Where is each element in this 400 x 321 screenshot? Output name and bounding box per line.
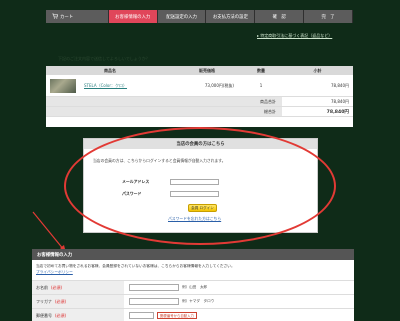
name-field[interactable] xyxy=(129,284,179,291)
customer-info-title: お客様情報の入力 xyxy=(32,249,354,260)
table-row: STELA（Color：クロ） 73,000円(税抜) 1 78,840円 xyxy=(46,75,353,97)
step-shipping: 配送設定の入力 xyxy=(157,10,207,23)
product-qty: 1 xyxy=(259,83,263,88)
grand-total-value: 78,840円 xyxy=(326,109,349,115)
name-inputs: 例）山田 太郎 xyxy=(124,284,213,291)
required-mark: (必須) xyxy=(55,298,67,304)
step-label: 配送設定の入力 xyxy=(166,14,197,20)
step-label: お支払方法の設定 xyxy=(212,14,248,20)
product-name-link[interactable]: STELA（Color：クロ） xyxy=(84,83,127,89)
header-product-name: 商品名 xyxy=(104,67,116,73)
name-row: お名前 (必須) 例）山田 太郎 xyxy=(32,280,354,294)
page-caption: 下記のご注文内容で送信してよろしいでしょうか？ xyxy=(58,56,150,61)
step-customer-info: お客様情報の入力 xyxy=(108,10,158,23)
postal-autofill-button[interactable]: 郵便番号から自動入力 xyxy=(157,312,197,319)
step-payment: お支払方法の設定 xyxy=(206,10,256,23)
product-total-row: 商品合計 78,840円 xyxy=(46,97,353,107)
customer-info-description: 当店で初めてお買い物をされるお客様、会員登録をされていないお客様は、こちらからお… xyxy=(36,264,235,268)
product-subtotal: 78,840円 xyxy=(331,82,349,88)
step-label: 確 認 xyxy=(272,14,286,20)
furigana-label: フリガナ xyxy=(36,298,52,304)
step-label: カート xyxy=(60,14,74,20)
postal-row: 郵便番号 (必須) 郵便番号から自動入力 xyxy=(32,308,354,321)
step-complete: 完 了 xyxy=(304,10,353,23)
product-total-value: 78,840円 xyxy=(331,98,349,104)
furigana-field[interactable] xyxy=(129,298,179,305)
privacy-policy-link[interactable]: プライバシーポリシー xyxy=(32,270,73,274)
header-qty: 数量 xyxy=(257,67,265,73)
furigana-inputs: 例）ヤマダ タロウ xyxy=(124,298,220,305)
grand-total-row: 総合計 78,840円 xyxy=(46,107,353,117)
cart-header-row: 商品名 販売価格 数量 小計 xyxy=(46,66,353,75)
step-label: 完 了 xyxy=(321,14,335,20)
product-price: 73,000円(税抜) xyxy=(204,82,234,88)
product-thumbnail[interactable] xyxy=(50,78,76,93)
legal-notice-link[interactable]: ▸ 特定商取引法に基づく表記（返品など） xyxy=(257,33,332,39)
checkout-progress-steps: カート お客様情報の入力 配送設定の入力 お支払方法の設定 確 認 完 了 xyxy=(46,10,353,23)
cart-icon xyxy=(52,13,58,19)
customer-info-panel: お客様情報の入力 当店で初めてお買い物をされるお客様、会員登録をされていないお客… xyxy=(32,249,354,321)
furigana-label-cell: フリガナ (必須) xyxy=(32,295,124,308)
cart-summary-table: 商品名 販売価格 数量 小計 STELA（Color：クロ） 73,000円(税… xyxy=(46,66,353,127)
product-total-label: 商品合計 xyxy=(46,97,282,106)
postal-label-cell: 郵便番号 (必須) xyxy=(32,309,124,321)
product-cell: STELA（Color：クロ） xyxy=(46,78,174,93)
header-price: 販売価格 xyxy=(199,67,215,73)
required-mark: (必須) xyxy=(51,284,63,290)
furigana-example: 例）ヤマダ タロウ xyxy=(182,299,215,303)
step-label: お客様情報の入力 xyxy=(115,14,151,20)
step-cart: カート xyxy=(46,10,109,23)
step-confirm: 確 認 xyxy=(255,10,305,23)
name-example: 例）山田 太郎 xyxy=(182,285,208,289)
name-label-cell: お名前 (必須) xyxy=(32,281,124,294)
name-label: お名前 xyxy=(36,284,48,290)
postal-inputs: 郵便番号から自動入力 xyxy=(124,312,200,319)
annotation-ellipse xyxy=(64,127,336,245)
postal-field[interactable] xyxy=(129,312,154,319)
postal-label: 郵便番号 xyxy=(36,312,52,318)
grand-total-label: 総合計 xyxy=(46,107,282,116)
required-mark: (必須) xyxy=(55,312,67,318)
header-subtotal: 小計 xyxy=(313,67,322,73)
furigana-row: フリガナ (必須) 例）ヤマダ タロウ xyxy=(32,294,354,308)
